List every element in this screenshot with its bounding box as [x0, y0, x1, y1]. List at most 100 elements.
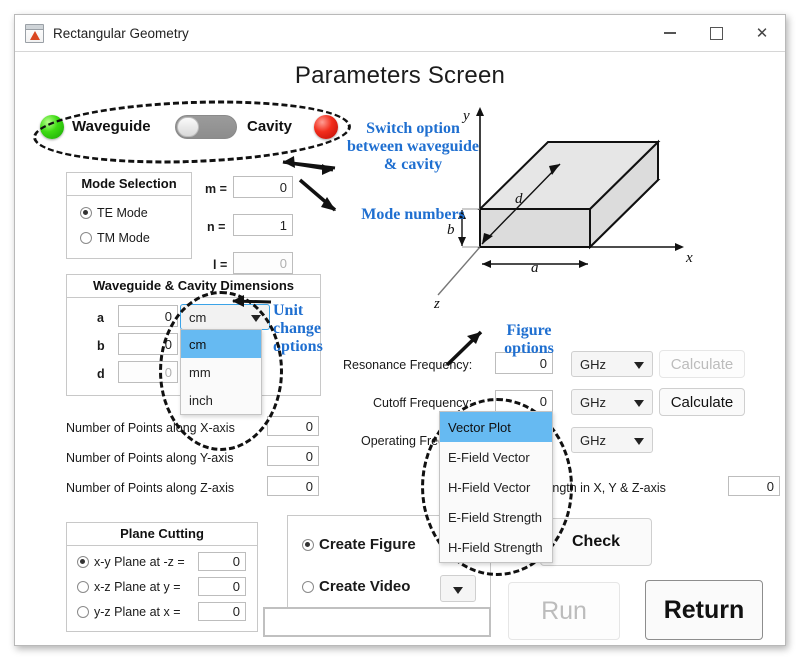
application-window: Rectangular Geometry ✕ Parameters Screen…	[14, 14, 786, 646]
unit-value: GHz	[580, 395, 606, 410]
page-title: Parameters Screen	[15, 62, 785, 90]
input-xy-plane[interactable]: 0	[198, 552, 246, 571]
input-max-length[interactable]: 0	[728, 476, 780, 496]
input-b[interactable]: 0	[118, 333, 178, 355]
radio-label: x-y Plane at -z =	[94, 555, 185, 569]
radio-label: TE Mode	[97, 206, 148, 220]
unit-dropdown-list[interactable]: cm mm inch	[180, 329, 262, 415]
waveguide-cavity-toggle[interactable]	[175, 115, 237, 139]
radio-xy-plane[interactable]: x-y Plane at -z =	[77, 555, 185, 569]
window-controls: ✕	[647, 15, 785, 51]
maximize-icon[interactable]	[693, 15, 739, 51]
figure-option-h-field-strength[interactable]: H-Field Strength	[440, 532, 552, 562]
label-points-y: Number of Points along Y-axis	[66, 451, 233, 465]
input-l: 0	[233, 252, 293, 274]
figure-option-vector-plot[interactable]: Vector Plot	[440, 412, 552, 442]
waveguide-led	[40, 115, 64, 139]
status-field[interactable]	[263, 607, 491, 637]
input-xz-plane[interactable]: 0	[198, 577, 246, 596]
input-points-x[interactable]: 0	[267, 416, 319, 436]
calculate-resonance-button: Calculate	[659, 350, 745, 378]
annotation-mode-numbers: Mode numbers	[337, 206, 489, 224]
radio-create-video[interactable]: Create Video	[302, 578, 410, 595]
return-button[interactable]: Return	[645, 580, 763, 640]
close-icon[interactable]: ✕	[739, 15, 785, 51]
dim-label-a: a	[531, 260, 539, 276]
video-type-combo[interactable]	[440, 575, 476, 602]
unit-combo-operating[interactable]: GHz	[571, 427, 653, 453]
figure-option-e-field-strength[interactable]: E-Field Strength	[440, 502, 552, 532]
radio-dot	[77, 556, 89, 568]
axis-label-x: x	[685, 250, 693, 266]
input-m[interactable]: 0	[233, 176, 293, 198]
radio-dot	[80, 207, 92, 219]
plane-cutting-title: Plane Cutting	[67, 523, 257, 546]
chevron-down-icon	[634, 362, 644, 369]
input-points-z[interactable]: 0	[267, 476, 319, 496]
label-resonance-frequency: Resonance Frequency:	[343, 358, 472, 372]
input-n[interactable]: 1	[233, 214, 293, 236]
dim-label-d: d	[515, 191, 523, 207]
unit-combo-value: cm	[189, 310, 206, 325]
run-button: Run	[508, 582, 620, 640]
input-yz-plane[interactable]: 0	[198, 602, 246, 621]
radio-dot	[77, 606, 89, 618]
label-n: n =	[207, 220, 225, 234]
title-bar: Rectangular Geometry ✕	[15, 15, 785, 52]
plane-cutting-panel: Plane Cutting x-y Plane at -z = 0 x-z Pl…	[66, 522, 258, 632]
chevron-down-icon	[453, 587, 463, 594]
cavity-led	[314, 115, 338, 139]
annotation-switch-option: Switch option between waveguide & cavity	[337, 120, 489, 174]
matlab-icon	[25, 24, 44, 43]
radio-dot	[302, 539, 314, 551]
unit-combo[interactable]: cm	[180, 304, 270, 330]
radio-te-mode[interactable]: TE Mode	[80, 206, 148, 220]
dim-label-b: b	[447, 222, 455, 238]
input-points-y[interactable]: 0	[267, 446, 319, 466]
dimensions-title: Waveguide & Cavity Dimensions	[67, 275, 320, 298]
radio-yz-plane[interactable]: y-z Plane at x =	[77, 605, 181, 619]
radio-tm-mode[interactable]: TM Mode	[80, 231, 150, 245]
label-a: a	[97, 311, 104, 325]
unit-value: GHz	[580, 357, 606, 372]
toggle-knob	[177, 117, 199, 137]
input-d: 0	[118, 361, 178, 383]
unit-option-mm[interactable]: mm	[181, 358, 261, 386]
figure-options-dropdown[interactable]: Vector Plot E-Field Vector H-Field Vecto…	[439, 411, 553, 563]
input-a[interactable]: 0	[118, 305, 178, 327]
unit-option-cm[interactable]: cm	[181, 330, 261, 358]
waveguide-label: Waveguide	[72, 118, 151, 135]
radio-label: TM Mode	[97, 231, 150, 245]
figure-option-h-field-vector[interactable]: H-Field Vector	[440, 472, 552, 502]
input-cutoff-frequency[interactable]: 0	[495, 390, 553, 412]
unit-combo-cutoff[interactable]: GHz	[571, 389, 653, 415]
mode-selection-title: Mode Selection	[67, 173, 191, 196]
unit-option-inch[interactable]: inch	[181, 386, 261, 414]
chevron-down-icon	[634, 400, 644, 407]
radio-label: x-z Plane at y =	[94, 580, 181, 594]
radio-label: y-z Plane at x =	[94, 605, 181, 619]
radio-create-figure[interactable]: Create Figure	[302, 536, 416, 553]
cavity-label: Cavity	[247, 118, 292, 135]
radio-label: Create Video	[319, 578, 410, 595]
window-title: Rectangular Geometry	[53, 26, 189, 41]
radio-xz-plane[interactable]: x-z Plane at y =	[77, 580, 181, 594]
mode-selection-panel: Mode Selection TE Mode TM Mode	[66, 172, 192, 259]
figure-option-e-field-vector[interactable]: E-Field Vector	[440, 442, 552, 472]
label-b: b	[97, 339, 105, 353]
check-button[interactable]: Check	[540, 518, 652, 566]
annotation-figure-options: Figure options	[483, 322, 575, 358]
label-points-x: Number of Points along X-axis	[66, 421, 235, 435]
radio-dot	[77, 581, 89, 593]
radio-dot	[80, 232, 92, 244]
minimize-icon[interactable]	[647, 15, 693, 51]
label-m: m =	[205, 182, 227, 196]
axis-label-z: z	[433, 296, 440, 312]
unit-combo-resonance[interactable]: GHz	[571, 351, 653, 377]
label-l: l =	[213, 258, 227, 272]
chevron-down-icon	[251, 315, 261, 322]
radio-dot	[302, 581, 314, 593]
calculate-cutoff-button[interactable]: Calculate	[659, 388, 745, 416]
label-cutoff-frequency: Cutoff Frequency:	[373, 396, 472, 410]
radio-label: Create Figure	[319, 536, 416, 553]
